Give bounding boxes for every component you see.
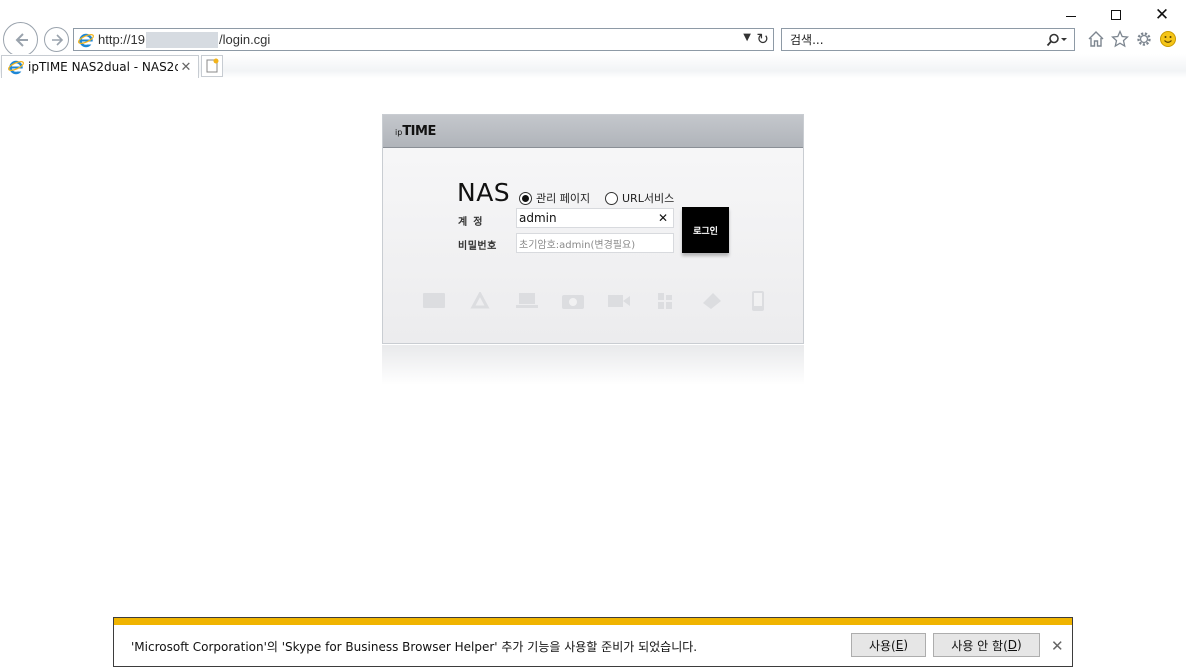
radio-checked-icon[interactable]	[519, 191, 532, 205]
password-field[interactable]: 초기암호:admin(변경필요)	[516, 233, 674, 253]
address-url-prefix: http://19	[98, 32, 145, 47]
new-tab-button[interactable]	[201, 55, 223, 77]
camera-icon	[560, 290, 586, 312]
close-icon: ✕	[1154, 5, 1170, 25]
address-dropdown-icon[interactable]: ▼	[743, 32, 751, 43]
ie-logo-icon	[78, 32, 94, 48]
disable-addon-button[interactable]: 사용 안 함(D)	[933, 633, 1040, 657]
tab-title: ipTIME NAS2dual - NAS2d...	[28, 60, 178, 74]
account-field[interactable]: admin ✕	[516, 208, 674, 228]
apps-icon	[652, 290, 678, 312]
video-icon	[606, 290, 632, 312]
smile-icon[interactable]	[1158, 29, 1178, 49]
tab-close-icon[interactable]: ✕	[178, 60, 194, 75]
radio-admin-page[interactable]: 관리 페이지	[519, 190, 590, 206]
gear-icon[interactable]	[1134, 29, 1154, 49]
monitor-icon	[421, 290, 447, 312]
feature-icon-row	[421, 289, 771, 313]
radio-admin-label: 관리 페이지	[536, 192, 591, 205]
panel-header: ipTIME	[383, 115, 803, 148]
laptop-icon	[514, 290, 540, 312]
minimize-icon	[1066, 15, 1076, 17]
clear-icon[interactable]: ✕	[655, 211, 671, 225]
maximize-icon	[1111, 10, 1121, 20]
account-value[interactable]: admin	[519, 211, 655, 225]
password-label: 비밀번호	[458, 241, 497, 252]
arrow-left-icon	[15, 32, 28, 47]
notification-message: 'Microsoft Corporation'의 'Skype for Busi…	[131, 640, 698, 654]
allow-addon-button[interactable]: 사용(E)	[851, 633, 926, 657]
address-url-suffix: /login.cgi	[218, 32, 271, 47]
account-label: 계정	[458, 217, 489, 228]
redacted-address	[145, 31, 218, 48]
search-box[interactable]: 검색...	[781, 28, 1075, 51]
address-url: http://19 /login.cgi	[98, 31, 271, 48]
forward-button[interactable]	[44, 27, 69, 52]
phone-icon	[745, 290, 771, 312]
star-icon[interactable]	[1110, 29, 1130, 49]
iptime-logo: ipTIME	[395, 124, 436, 139]
address-bar[interactable]: http://19 /login.cgi ▼ ↻	[73, 28, 774, 51]
notification-close-icon[interactable]: ✕	[1051, 637, 1064, 655]
search-input[interactable]: 검색...	[790, 31, 1040, 48]
recycle-icon	[467, 290, 493, 312]
login-button[interactable]: 로그인	[682, 207, 729, 253]
minimize-button[interactable]	[1056, 4, 1086, 26]
memory-card-icon	[699, 290, 725, 312]
page-title: NAS	[457, 178, 511, 207]
search-icon[interactable]	[1040, 29, 1074, 50]
new-tab-icon	[206, 58, 219, 73]
close-window-button[interactable]: ✕	[1147, 4, 1177, 26]
arrow-right-icon	[51, 33, 63, 46]
radio-url-service[interactable]: URL서비스	[605, 190, 674, 206]
login-panel: ipTIME NAS 관리 페이지 URL서비스 계정 admin ✕ 비밀번호…	[382, 114, 804, 344]
maximize-button[interactable]	[1101, 4, 1131, 26]
ie-logo-icon	[8, 59, 24, 75]
back-button[interactable]	[3, 22, 38, 57]
panel-reflection	[382, 345, 804, 385]
notification-stripe	[114, 618, 1072, 625]
refresh-icon[interactable]: ↻	[756, 30, 769, 48]
radio-unchecked-icon[interactable]	[605, 191, 618, 205]
notification-bar: 'Microsoft Corporation'의 'Skype for Busi…	[113, 617, 1073, 667]
home-icon[interactable]	[1086, 29, 1106, 49]
password-placeholder[interactable]: 초기암호:admin(변경필요)	[519, 236, 673, 251]
tab-nas-login[interactable]: ipTIME NAS2dual - NAS2d... ✕	[1, 55, 199, 78]
radio-url-label: URL서비스	[622, 192, 675, 205]
